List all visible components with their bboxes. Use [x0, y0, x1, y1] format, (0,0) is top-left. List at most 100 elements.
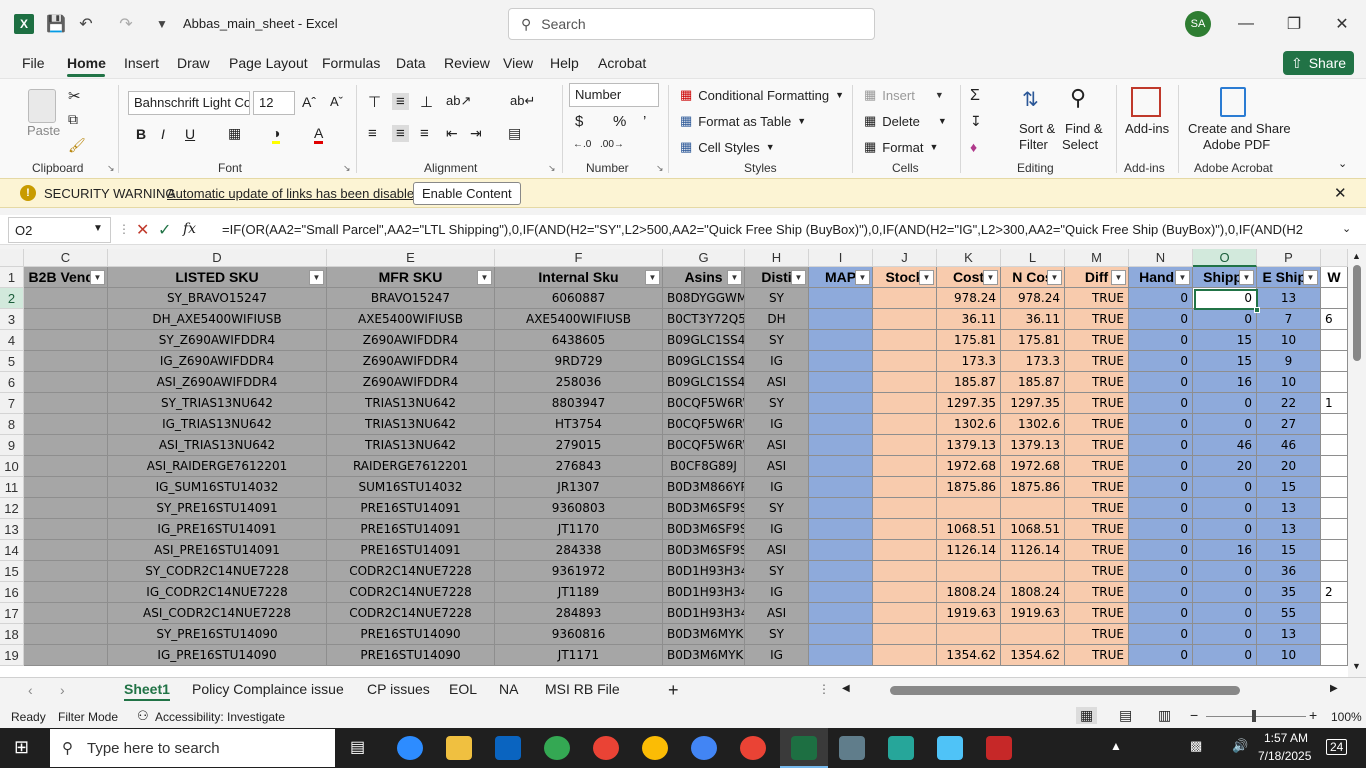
table-cell[interactable]: 1354.62 [1001, 645, 1065, 666]
table-cell[interactable]: B0D1H93H34 [663, 561, 745, 582]
network-icon[interactable]: ▩ [1190, 738, 1202, 754]
table-cell[interactable]: TRUE [1065, 561, 1129, 582]
increase-indent-icon[interactable]: ⇥ [470, 125, 482, 142]
number-launcher-icon[interactable]: ↘ [656, 163, 664, 174]
volume-icon[interactable]: 🔊 [1232, 738, 1248, 754]
add-sheet-icon[interactable]: + [668, 680, 679, 701]
tab-eol[interactable]: EOL [449, 681, 477, 697]
table-cell[interactable]: 7 [1257, 309, 1321, 330]
table-cell[interactable]: B08DYGGWML [663, 288, 745, 309]
adobe-pdf-icon[interactable] [1220, 87, 1246, 117]
table-cell[interactable]: 13 [1257, 519, 1321, 540]
column-header[interactable]: F [495, 249, 663, 267]
table-cell[interactable]: 22 [1257, 393, 1321, 414]
table-cell[interactable]: SY_Z690AWIFDDR4 [108, 330, 327, 351]
column-header[interactable]: J [873, 249, 937, 267]
outlook-icon[interactable] [495, 736, 521, 760]
table-cell[interactable] [1321, 540, 1348, 561]
alignment-launcher-icon[interactable]: ↘ [548, 163, 556, 174]
table-cell[interactable] [873, 414, 937, 435]
table-cell[interactable] [24, 603, 108, 624]
filezilla-icon[interactable] [986, 736, 1012, 760]
filter-dropdown-icon[interactable]: ▼ [477, 270, 492, 285]
table-cell[interactable]: 173.3 [1001, 351, 1065, 372]
table-cell[interactable]: B0D3M6SF9S [663, 540, 745, 561]
table-cell[interactable] [873, 498, 937, 519]
table-cell[interactable]: TRIAS13NU642 [327, 393, 495, 414]
clear-icon[interactable]: ♦ [970, 139, 977, 155]
row-header[interactable]: 19 [0, 645, 24, 666]
table-cell[interactable]: 0 [1193, 624, 1257, 645]
table-cell[interactable]: SY_TRIAS13NU642 [108, 393, 327, 414]
table-cell[interactable]: 1297.35 [937, 393, 1001, 414]
table-cell[interactable]: 185.87 [1001, 372, 1065, 393]
accessibility-status[interactable]: Accessibility: Investigate [155, 710, 285, 724]
table-cell[interactable]: IG [745, 414, 809, 435]
table-cell[interactable]: 276843 [495, 456, 663, 477]
table-cell[interactable]: 55 [1257, 603, 1321, 624]
search-box[interactable]: ⚲ Search [508, 8, 875, 40]
table-cell[interactable] [873, 624, 937, 645]
table-cell[interactable]: 10 [1257, 372, 1321, 393]
table-cell[interactable]: 0 [1193, 393, 1257, 414]
conditional-formatting-button[interactable]: ▦ Conditional Formatting ▼ [680, 87, 844, 103]
filter-dropdown-icon[interactable]: ▼ [727, 270, 742, 285]
menu-file[interactable]: File [22, 55, 45, 71]
table-cell[interactable] [873, 582, 937, 603]
table-cell[interactable]: TRUE [1065, 351, 1129, 372]
show-hidden-icon[interactable]: ▲ [1110, 739, 1122, 753]
column-header[interactable]: E [327, 249, 495, 267]
row-header[interactable]: 18 [0, 624, 24, 645]
format-painter-icon[interactable]: 🖌 [68, 137, 86, 154]
row-header[interactable]: 8 [0, 414, 24, 435]
table-cell[interactable]: 0 [1129, 624, 1193, 645]
table-cell[interactable]: PRE16STU14091 [327, 498, 495, 519]
table-cell[interactable]: SY [745, 393, 809, 414]
table-cell[interactable]: 0 [1129, 477, 1193, 498]
filter-dropdown-icon[interactable]: ▼ [90, 270, 105, 285]
app-icon[interactable] [888, 736, 914, 760]
table-cell[interactable]: 1068.51 [937, 519, 1001, 540]
menu-page-layout[interactable]: Page Layout [229, 55, 308, 71]
table-cell[interactable]: 0 [1129, 309, 1193, 330]
align-top-icon[interactable]: ⊤ [368, 93, 381, 111]
chrome-icon-5[interactable] [740, 736, 766, 760]
table-cell[interactable]: IG [745, 351, 809, 372]
spreadsheet-grid[interactable]: CDEFGHIJKLMNOP 1 2 3 4 5 6 7 8 9 10 11 12 13 14 15 16 17… [0, 249, 1366, 677]
table-cell[interactable] [1321, 288, 1348, 309]
clock-time[interactable]: 1:57 AM [1264, 731, 1308, 745]
table-cell[interactable]: SY_PRE16STU14090 [108, 624, 327, 645]
italic-icon[interactable]: I [161, 126, 165, 142]
header-cell[interactable]: Cost ▼ [937, 267, 1001, 288]
table-cell[interactable]: TRUE [1065, 288, 1129, 309]
filter-dropdown-icon[interactable]: ▼ [1047, 270, 1062, 285]
table-cell[interactable] [809, 414, 873, 435]
column-header[interactable] [1321, 249, 1348, 267]
delete-cells-button[interactable]: ▦ Delete ▼ [864, 113, 947, 129]
table-cell[interactable]: PRE16STU14091 [327, 519, 495, 540]
table-cell[interactable] [1321, 435, 1348, 456]
table-cell[interactable]: TRUE [1065, 414, 1129, 435]
table-cell[interactable]: B0D1H93H34 [663, 582, 745, 603]
table-cell[interactable]: IG_SUM16STU14032 [108, 477, 327, 498]
filter-dropdown-icon[interactable]: ▼ [1239, 270, 1254, 285]
table-cell[interactable] [873, 477, 937, 498]
tab-msi-rb-file[interactable]: MSI RB File [545, 681, 620, 697]
filter-dropdown-icon[interactable]: ▼ [791, 270, 806, 285]
filter-dropdown-icon[interactable]: ▼ [1303, 270, 1318, 285]
add-ins-icon[interactable] [1131, 87, 1161, 117]
table-cell[interactable]: B09GLC1SS4 [663, 330, 745, 351]
paste-label[interactable]: Paste [27, 123, 60, 138]
table-cell[interactable]: 2 [1321, 582, 1348, 603]
table-cell[interactable] [809, 288, 873, 309]
minimize-button[interactable]: — [1226, 10, 1266, 38]
insert-cells-button[interactable]: ▦ Insert ▼ [864, 87, 944, 103]
table-cell[interactable]: BRAVO15247 [327, 288, 495, 309]
table-cell[interactable]: TRUE [1065, 393, 1129, 414]
header-cell[interactable]: E Shipp ▼ [1257, 267, 1321, 288]
table-cell[interactable]: 0 [1129, 456, 1193, 477]
table-cell[interactable]: B0D1H93H34 [663, 603, 745, 624]
windows-start-icon[interactable]: ⊞ [14, 737, 29, 758]
table-cell[interactable] [24, 435, 108, 456]
page-break-view-icon[interactable]: ▥ [1158, 707, 1171, 724]
